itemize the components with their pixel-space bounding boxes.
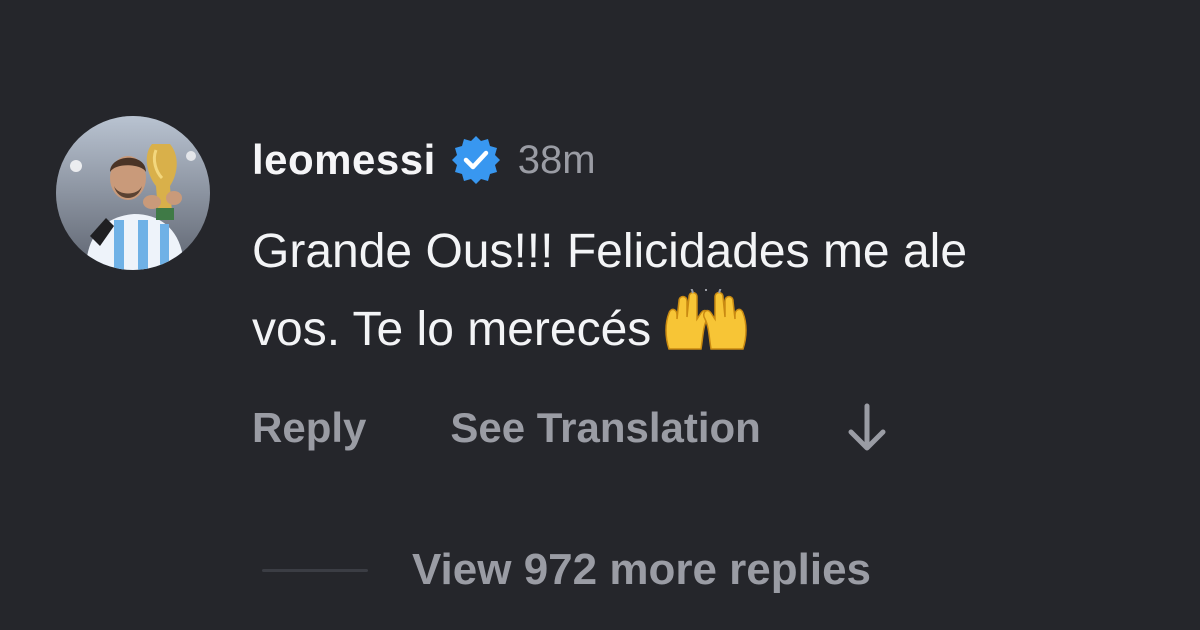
avatar-photo — [56, 116, 210, 270]
replies-divider-line — [262, 568, 368, 572]
comment-header: leomessi 38m — [252, 132, 596, 188]
see-translation-button[interactable]: See Translation — [450, 404, 760, 452]
comment-text-line-1: Grande Ous!!! Felicidades me ale — [252, 225, 968, 278]
view-more-replies[interactable]: View 972 more replies — [262, 540, 871, 600]
avatar[interactable] — [56, 116, 210, 270]
comment-text-line-2: vos. Te lo merecés — [252, 303, 652, 356]
username[interactable]: leomessi — [252, 136, 436, 184]
comment-actions: Reply See Translation — [252, 398, 891, 458]
comment: leomessi 38m Grande Ous!!! Felicidades m… — [0, 0, 1200, 630]
reply-button[interactable]: Reply — [252, 404, 366, 452]
view-replies-button[interactable]: View 972 more replies — [412, 545, 871, 595]
arrow-down-icon[interactable] — [843, 400, 891, 456]
verified-badge-icon — [451, 136, 500, 184]
raising-hands-emoji-icon — [661, 285, 751, 355]
timestamp: 38m — [517, 137, 596, 182]
comment-text: Grande Ous!!! Felicidades me ale vos. Te… — [252, 215, 1200, 367]
comment-text-line-2-wrap: vos. Te lo merecés — [252, 285, 1200, 367]
